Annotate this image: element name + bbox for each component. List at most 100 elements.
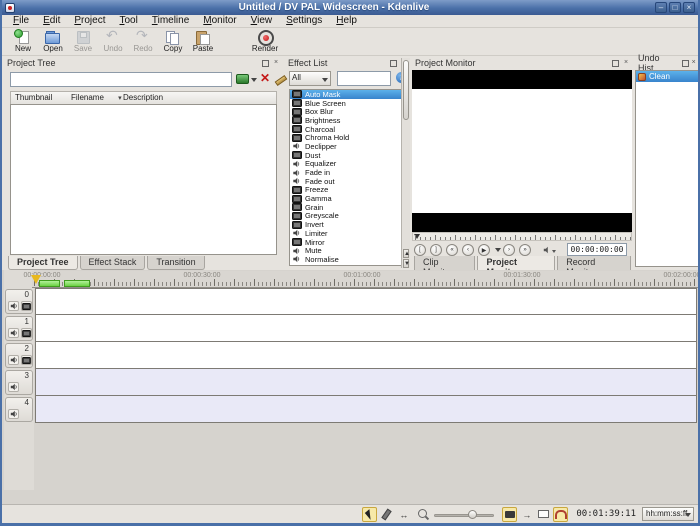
- mute-track-icon[interactable]: [8, 355, 19, 365]
- effect-item[interactable]: Freeze: [290, 185, 406, 194]
- track-lane[interactable]: [35, 315, 697, 342]
- project-tree-list[interactable]: [10, 104, 277, 255]
- edit-clip-icon[interactable]: [274, 74, 285, 85]
- scroll-up-icon[interactable]: ▲: [403, 249, 410, 258]
- column-description[interactable]: Description: [123, 93, 163, 102]
- effect-item[interactable]: Grain: [290, 203, 406, 212]
- effect-item[interactable]: Gamma: [290, 194, 406, 203]
- mute-track-icon[interactable]: [8, 409, 19, 419]
- toolbar-button[interactable]: Save: [68, 29, 98, 53]
- column-thumbnail[interactable]: Thumbnail: [15, 93, 52, 102]
- menu-item[interactable]: Timeline: [145, 15, 196, 27]
- effect-item[interactable]: Brightness: [290, 116, 406, 125]
- track-lane[interactable]: [35, 396, 697, 423]
- monitor-position-ruler[interactable]: [412, 232, 632, 241]
- menu-item[interactable]: Settings: [279, 15, 329, 27]
- menu-item[interactable]: Tool: [112, 15, 144, 27]
- timeline-playhead-icon[interactable]: [31, 275, 41, 284]
- dock-tab[interactable]: Effect Stack: [79, 256, 146, 270]
- tool-button[interactable]: [379, 507, 394, 522]
- transport-button[interactable]: [503, 244, 515, 256]
- float-panel-icon[interactable]: [611, 59, 619, 67]
- toggle-button[interactable]: [553, 506, 569, 522]
- transport-button[interactable]: [414, 244, 426, 256]
- timeline-zone-bar[interactable]: [39, 280, 60, 287]
- menu-item[interactable]: View: [244, 15, 280, 27]
- transport-button[interactable]: [430, 244, 442, 256]
- tool-button[interactable]: [362, 506, 378, 522]
- transport-button[interactable]: [478, 244, 490, 256]
- mute-track-icon[interactable]: [8, 328, 19, 338]
- menu-item[interactable]: File: [6, 15, 36, 27]
- toolbar-button[interactable]: Undo: [98, 27, 128, 53]
- hide-track-icon[interactable]: [21, 301, 32, 311]
- effect-item[interactable]: Auto Mask: [290, 90, 406, 99]
- add-clip-icon[interactable]: [236, 74, 249, 84]
- effect-item[interactable]: Blue Screen: [290, 99, 406, 108]
- transport-button[interactable]: [494, 244, 501, 256]
- clip-search-input[interactable]: [10, 72, 232, 87]
- transport-button[interactable]: [446, 244, 458, 256]
- track-lane[interactable]: [35, 288, 697, 315]
- transport-button[interactable]: [519, 244, 531, 256]
- effect-item[interactable]: Charcoal: [290, 125, 406, 134]
- toolbar-button[interactable]: Copy: [158, 29, 188, 53]
- effect-item[interactable]: Chroma Hold: [290, 133, 406, 142]
- effect-item[interactable]: Greyscale: [290, 211, 406, 220]
- zoom-slider-handle[interactable]: [468, 509, 478, 519]
- toggle-button[interactable]: [536, 507, 551, 522]
- mute-track-icon[interactable]: [8, 301, 19, 311]
- track-header[interactable]: 1: [5, 316, 33, 341]
- float-panel-icon[interactable]: [681, 59, 689, 67]
- effect-item[interactable]: Declipper: [290, 142, 406, 151]
- toolbar-button[interactable]: New: [8, 29, 38, 53]
- effect-item[interactable]: Equalizer: [290, 159, 406, 168]
- menu-item[interactable]: Help: [329, 15, 364, 27]
- effect-item[interactable]: Mirror: [290, 238, 406, 247]
- float-panel-icon[interactable]: [389, 59, 397, 67]
- effect-item[interactable]: Dust: [290, 151, 406, 160]
- delete-clip-icon[interactable]: ✕: [260, 71, 270, 85]
- effect-item[interactable]: Fade out: [290, 177, 406, 186]
- zoom-out-icon[interactable]: [417, 508, 430, 521]
- close-panel-icon[interactable]: ×: [622, 59, 630, 67]
- dock-tab[interactable]: Project Tree: [8, 256, 78, 270]
- scrollbar-thumb[interactable]: [403, 60, 409, 120]
- undo-history-item[interactable]: Clean: [636, 71, 698, 82]
- track-lane[interactable]: [35, 342, 697, 369]
- timeline-zoom-slider[interactable]: [434, 508, 495, 521]
- track-header[interactable]: 4: [5, 397, 33, 422]
- mute-track-icon[interactable]: [8, 382, 19, 392]
- toggle-button[interactable]: [519, 507, 534, 522]
- monitor-timecode[interactable]: 00:00:00:00: [567, 243, 627, 256]
- dock-tab[interactable]: Transition: [147, 256, 205, 270]
- effect-item[interactable]: Normalise: [290, 255, 406, 264]
- toolbar-button[interactable]: Paste: [188, 29, 218, 53]
- menu-item[interactable]: Edit: [36, 15, 67, 27]
- transport-button[interactable]: [462, 244, 474, 256]
- float-panel-icon[interactable]: [261, 59, 269, 67]
- close-panel-icon[interactable]: ×: [272, 59, 280, 67]
- track-header[interactable]: 0: [5, 289, 33, 314]
- add-clip-dropdown-arrow-icon[interactable]: [251, 78, 257, 82]
- track-lane[interactable]: [35, 369, 697, 396]
- close-button[interactable]: ×: [683, 2, 695, 13]
- effect-item[interactable]: Box Blur: [290, 107, 406, 116]
- hide-track-icon[interactable]: [21, 355, 32, 365]
- effect-item[interactable]: Limiter: [290, 229, 406, 238]
- timeline-ruler[interactable]: 00:00:00:00 00:00:30:00 00:01:00:00 00:01:3…: [24, 271, 698, 288]
- maximize-button[interactable]: □: [669, 2, 681, 13]
- menu-item[interactable]: Monitor: [196, 15, 243, 27]
- toolbar-button[interactable]: Redo: [128, 27, 158, 53]
- effect-type-dropdown[interactable]: All: [289, 71, 331, 86]
- timecode-format-dropdown[interactable]: hh:mm:ss:ff: [642, 507, 694, 521]
- track-header[interactable]: 2: [5, 343, 33, 368]
- toggle-button[interactable]: [502, 506, 518, 522]
- track-header[interactable]: 3: [5, 370, 33, 395]
- tool-button[interactable]: [396, 507, 411, 522]
- menu-item[interactable]: Project: [67, 15, 112, 27]
- effect-search-input[interactable]: [337, 71, 391, 86]
- hide-track-icon[interactable]: [21, 328, 32, 338]
- effect-item[interactable]: Fade in: [290, 168, 406, 177]
- column-filename[interactable]: Filename ▾: [71, 93, 122, 102]
